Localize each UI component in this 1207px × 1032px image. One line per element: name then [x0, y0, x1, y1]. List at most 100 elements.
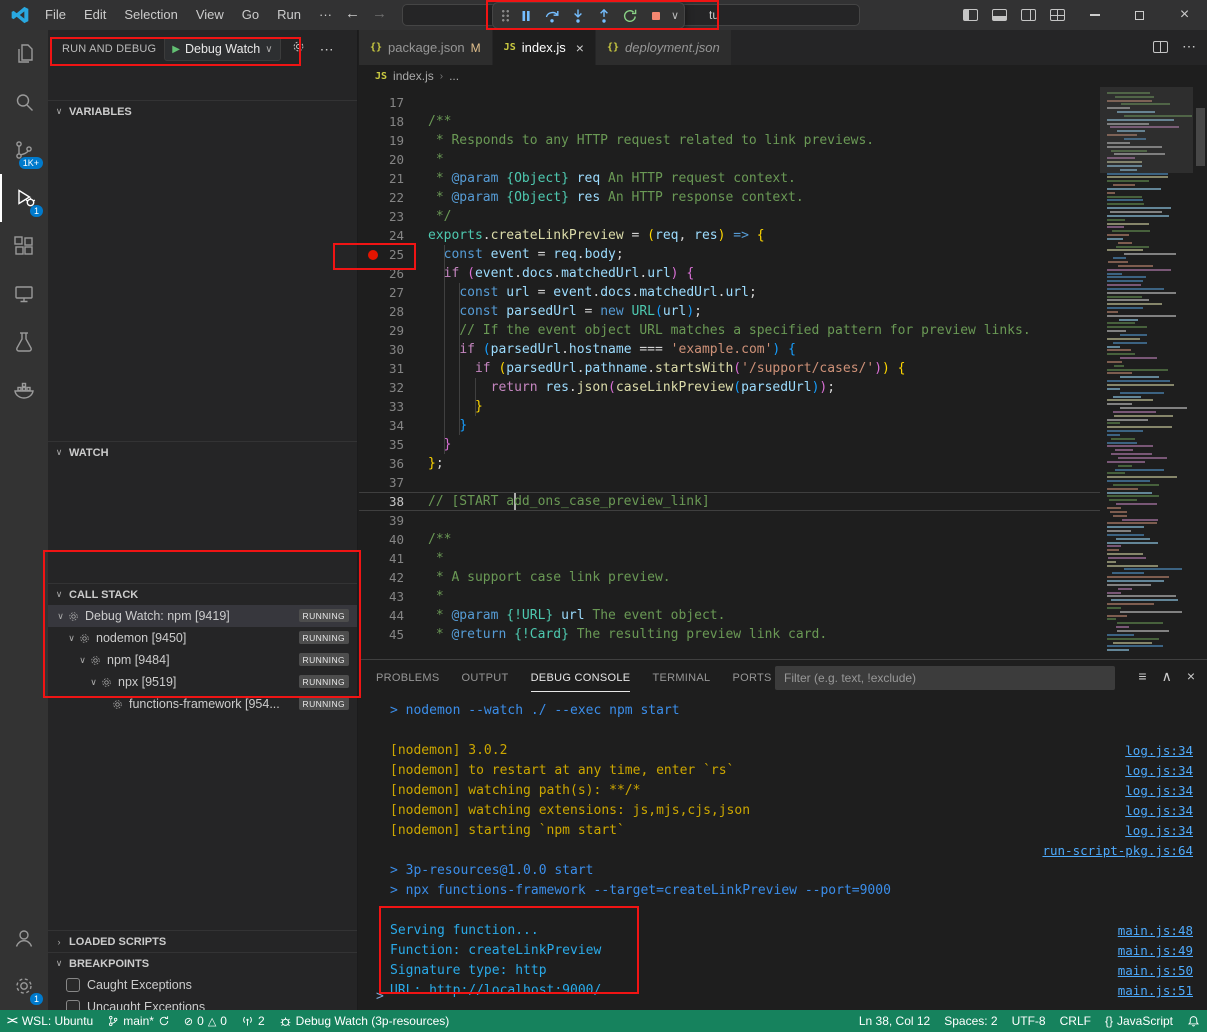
console-source-link[interactable]: log.js:34: [1125, 741, 1193, 761]
call-stack-row[interactable]: ∨Debug Watch: npm [9419]RUNNING: [48, 605, 357, 627]
menu-more[interactable]: ···: [310, 4, 341, 26]
breadcrumb-file[interactable]: index.js: [393, 69, 434, 83]
toggle-sidebar-icon[interactable]: [963, 9, 978, 21]
maximize-button[interactable]: [1117, 0, 1162, 30]
console-source-link[interactable]: main.js:50: [1118, 961, 1193, 981]
views-more-icon[interactable]: ⋯: [320, 41, 335, 58]
console-source-link[interactable]: main.js:49: [1118, 941, 1193, 961]
search-icon[interactable]: [0, 78, 48, 126]
start-debug-icon[interactable]: ▶: [172, 44, 180, 55]
testing-icon[interactable]: [0, 318, 48, 366]
console-text: > 3p-resources@1.0.0 start: [390, 861, 1193, 881]
accounts-icon[interactable]: [0, 914, 48, 962]
call-stack-row[interactable]: ∨nodemon [9450]RUNNING: [48, 627, 357, 649]
customize-layout-icon[interactable]: [1050, 9, 1065, 21]
console-source-link[interactable]: log.js:34: [1125, 781, 1193, 801]
editor-more-icon[interactable]: ⋯: [1182, 38, 1197, 55]
panel-tab-terminal[interactable]: TERMINAL: [652, 663, 710, 692]
console-filter-input[interactable]: [775, 666, 1115, 690]
code-line-27: 27 const url = event.docs.matchedUrl.url…: [359, 283, 1100, 302]
call-stack-row[interactable]: functions-framework [954...RUNNING: [48, 693, 357, 715]
chevron-down-icon[interactable]: ∨: [76, 655, 89, 666]
cursor-position[interactable]: Ln 38, Col 12: [852, 1010, 937, 1032]
encoding[interactable]: UTF-8: [1005, 1010, 1053, 1032]
minimap-slider[interactable]: [1100, 87, 1193, 173]
chevron-down-icon[interactable]: ∨: [65, 633, 78, 644]
panel-tab-output[interactable]: OUTPUT: [462, 663, 509, 692]
console-source-link[interactable]: main.js:48: [1118, 921, 1193, 941]
remote-indicator[interactable]: ><WSL: Ubuntu: [0, 1010, 100, 1032]
tab-index.js[interactable]: JSindex.js×: [493, 30, 596, 65]
toggle-panel-icon[interactable]: [992, 9, 1007, 21]
console-source-link[interactable]: log.js:34: [1125, 761, 1193, 781]
run-and-debug-icon[interactable]: 1: [0, 174, 48, 222]
language-mode[interactable]: {}JavaScript: [1098, 1010, 1180, 1032]
breakpoint-checkbox[interactable]: [66, 978, 80, 992]
step-into-icon[interactable]: [565, 5, 591, 27]
launch-config-dropdown[interactable]: ▶ Debug Watch ∨: [164, 37, 280, 61]
menu-view[interactable]: View: [187, 4, 233, 26]
tab-package.json[interactable]: {}package.jsonM: [359, 30, 493, 65]
menu-file[interactable]: File: [36, 4, 75, 26]
maximize-panel-icon[interactable]: ∧: [1162, 668, 1172, 685]
restart-icon[interactable]: [617, 5, 643, 27]
console-source-link[interactable]: run-script-pkg.js:64: [1042, 841, 1193, 861]
call-stack-row[interactable]: ∨npm [9484]RUNNING: [48, 649, 357, 671]
eol-sequence[interactable]: CRLF: [1053, 1010, 1098, 1032]
remote-explorer-icon[interactable]: [0, 270, 48, 318]
code-editor[interactable]: 1718/**19 * Responds to any HTTP request…: [359, 87, 1100, 659]
close-tab-icon[interactable]: ×: [576, 40, 584, 56]
forward-arrow[interactable]: →: [372, 5, 387, 22]
problems-indicator[interactable]: ⊘0△0: [177, 1010, 234, 1032]
step-over-icon[interactable]: [539, 5, 565, 27]
panel-tab-debug-console[interactable]: DEBUG CONSOLE: [531, 663, 631, 692]
menu-go[interactable]: Go: [233, 4, 268, 26]
console-prompt[interactable]: >: [376, 989, 384, 1004]
section-variables[interactable]: ∨VARIABLES: [48, 100, 357, 122]
step-out-icon[interactable]: [591, 5, 617, 27]
section-loaded-scripts[interactable]: ›LOADED SCRIPTS: [48, 930, 357, 952]
section-breakpoints[interactable]: ∨BREAKPOINTS: [48, 952, 357, 974]
breadcrumb[interactable]: JS index.js › ...: [359, 65, 1207, 87]
minimize-button[interactable]: [1072, 0, 1117, 30]
configure-gear-icon[interactable]: [291, 39, 306, 59]
menu-edit[interactable]: Edit: [75, 4, 115, 26]
console-source-link[interactable]: log.js:34: [1125, 821, 1193, 841]
git-branch[interactable]: main*: [100, 1010, 177, 1032]
console-source-link[interactable]: log.js:34: [1125, 801, 1193, 821]
docker-icon[interactable]: [0, 366, 48, 414]
editor-scrollbar[interactable]: [1196, 108, 1205, 166]
back-arrow[interactable]: ←: [345, 5, 360, 22]
debug-session-dropdown-icon[interactable]: ∨: [671, 9, 679, 22]
menu-selection[interactable]: Selection: [115, 4, 186, 26]
line-number: 25: [359, 245, 404, 264]
drag-handle-icon[interactable]: [501, 9, 510, 22]
settings-gear-icon[interactable]: 1: [0, 962, 48, 1010]
panel-tab-problems[interactable]: PROBLEMS: [376, 663, 440, 692]
ports-indicator[interactable]: 2: [234, 1010, 272, 1032]
breadcrumb-more[interactable]: ...: [449, 69, 459, 83]
notifications-bell-icon[interactable]: [1180, 1010, 1207, 1032]
stop-icon[interactable]: [643, 5, 669, 27]
console-source-link[interactable]: main.js:51: [1118, 981, 1193, 1001]
pause-icon[interactable]: [513, 5, 539, 27]
section-call-stack[interactable]: ∨CALL STACK: [48, 583, 357, 605]
breakpoint-row[interactable]: Caught Exceptions: [48, 974, 357, 996]
explorer-icon[interactable]: [0, 30, 48, 78]
debug-session-indicator[interactable]: Debug Watch (3p-resources): [272, 1010, 457, 1032]
tab-deployment.json[interactable]: {}deployment.json: [596, 30, 732, 65]
source-control-icon[interactable]: 1K+: [0, 126, 48, 174]
section-watch[interactable]: ∨WATCH: [48, 441, 357, 463]
filter-icon[interactable]: ≡: [1138, 668, 1146, 685]
toggle-secondary-sidebar-icon[interactable]: [1021, 9, 1036, 21]
split-editor-icon[interactable]: [1153, 41, 1168, 53]
call-stack-row[interactable]: ∨npx [9519]RUNNING: [48, 671, 357, 693]
close-panel-icon[interactable]: ×: [1187, 668, 1195, 685]
close-button[interactable]: ×: [1162, 0, 1207, 30]
indentation[interactable]: Spaces: 2: [937, 1010, 1004, 1032]
chevron-down-icon[interactable]: ∨: [87, 677, 100, 688]
breakpoint-dot[interactable]: [368, 250, 378, 260]
extensions-icon[interactable]: [0, 222, 48, 270]
menu-run[interactable]: Run: [268, 4, 310, 26]
chevron-down-icon[interactable]: ∨: [54, 611, 67, 622]
